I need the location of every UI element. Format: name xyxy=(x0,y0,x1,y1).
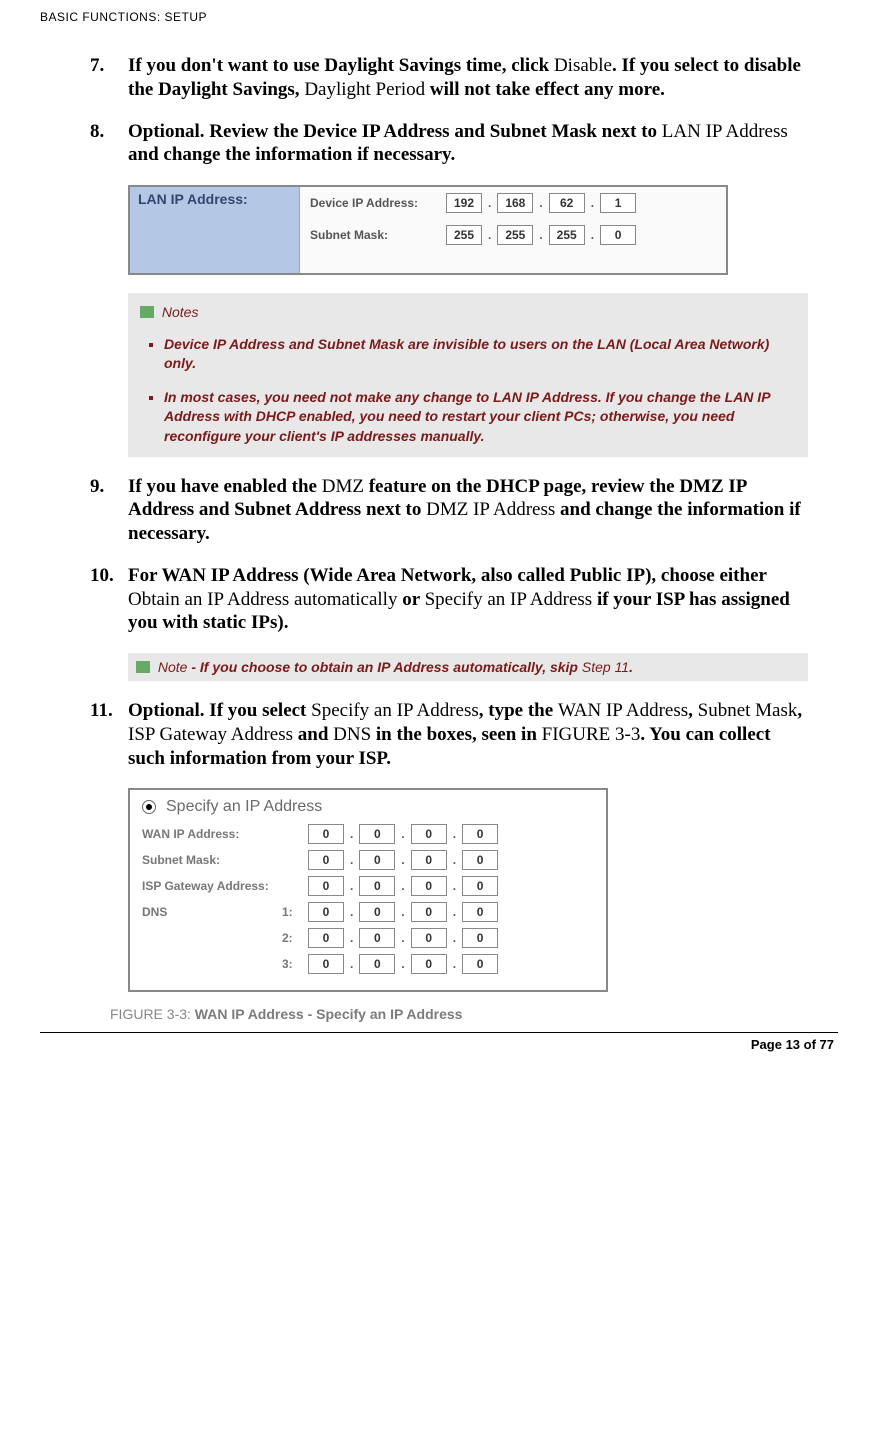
notes-box: Notes Device IP Address and Subnet Mask … xyxy=(128,293,808,457)
wan-ip-oct[interactable]: 0 xyxy=(462,876,498,896)
wan-dns-oct[interactable]: 0 xyxy=(411,928,447,948)
figure-prefix: FIGURE 3-3: xyxy=(110,1006,195,1022)
subnet-oct1[interactable]: 255 xyxy=(446,225,482,245)
wan-dns-oct[interactable]: 0 xyxy=(462,928,498,948)
wan-dns-row-1: 2:0.0.0.0 xyxy=(142,928,594,948)
wan-row-2: ISP Gateway Address:0.0.0.0 xyxy=(142,876,594,896)
step-11: 11. Optional. If you select Specify an I… xyxy=(90,699,808,770)
subnet-oct4[interactable]: 0 xyxy=(600,225,636,245)
wan-dns-label: 2: xyxy=(142,931,302,945)
step-9-text: If you have enabled the xyxy=(128,476,322,497)
wan-ip-oct[interactable]: 0 xyxy=(308,824,344,844)
note-body: - If you choose to obtain an IP Address … xyxy=(187,659,581,675)
wan-dns-oct[interactable]: 0 xyxy=(359,902,395,922)
wan-dns-oct[interactable]: 0 xyxy=(411,954,447,974)
step-10-text: For WAN IP Address (Wide Area Network, a… xyxy=(128,565,767,586)
device-ip-oct1[interactable]: 192 xyxy=(446,193,482,213)
lan-ip-label: LAN IP Address: xyxy=(130,187,300,273)
subnet-oct3[interactable]: 255 xyxy=(549,225,585,245)
wan-dns-row-0: DNS1:0.0.0.0 xyxy=(142,902,594,922)
wan-row-0: WAN IP Address:0.0.0.0 xyxy=(142,824,594,844)
step-9: 9. If you have enabled the DMZ feature o… xyxy=(90,475,808,546)
step-8: 8. Optional. Review the Device IP Addres… xyxy=(90,120,808,168)
page-header: BASIC FUNCTIONS: SETUP xyxy=(40,10,838,24)
step-7-text: If you don't want to use Daylight Saving… xyxy=(128,55,554,76)
notes-item-2: In most cases, you need not make any cha… xyxy=(164,388,796,447)
wan-row-label: ISP Gateway Address: xyxy=(142,879,302,893)
wan-row-label: WAN IP Address: xyxy=(142,827,302,841)
wan-dns-oct[interactable]: 0 xyxy=(359,954,395,974)
wan-dns-oct[interactable]: 0 xyxy=(411,902,447,922)
notes-icon xyxy=(140,306,154,318)
wan-dns-oct[interactable]: 0 xyxy=(308,928,344,948)
step-8-text: Optional. Review the Device IP Address a… xyxy=(128,121,662,142)
wan-ip-oct[interactable]: 0 xyxy=(462,850,498,870)
note-label: Note xyxy=(158,659,188,675)
wan-row-1: Subnet Mask:0.0.0.0 xyxy=(142,850,594,870)
wan-ip-oct[interactable]: 0 xyxy=(462,824,498,844)
lan-ip-panel: LAN IP Address: Device IP Address: 192. … xyxy=(128,185,728,275)
step-11-number: 11. xyxy=(90,699,128,770)
notes-icon xyxy=(136,661,150,673)
figure-caption: FIGURE 3-3: WAN IP Address - Specify an … xyxy=(110,1006,808,1022)
wan-dns-oct[interactable]: 0 xyxy=(308,902,344,922)
wan-ip-oct[interactable]: 0 xyxy=(308,850,344,870)
wan-row-label: Subnet Mask: xyxy=(142,853,302,867)
step-11-text: Optional. If you select xyxy=(128,700,311,721)
note-skip-step: Note - If you choose to obtain an IP Add… xyxy=(128,653,808,681)
specify-ip-radio[interactable] xyxy=(142,800,156,814)
device-ip-oct4[interactable]: 1 xyxy=(600,193,636,213)
figure-title: WAN IP Address - Specify an IP Address xyxy=(195,1006,463,1022)
footer-rule xyxy=(40,1032,838,1033)
wan-ip-oct[interactable]: 0 xyxy=(411,850,447,870)
device-ip-label: Device IP Address: xyxy=(310,196,440,210)
wan-dns-row-2: 3:0.0.0.0 xyxy=(142,954,594,974)
wan-dns-label: 3: xyxy=(142,957,302,971)
wan-dns-oct[interactable]: 0 xyxy=(308,954,344,974)
step-8-number: 8. xyxy=(90,120,128,168)
wan-dns-oct[interactable]: 0 xyxy=(462,902,498,922)
wan-ip-oct[interactable]: 0 xyxy=(359,876,395,896)
step-10-number: 10. xyxy=(90,564,128,635)
notes-item-1: Device IP Address and Subnet Mask are in… xyxy=(164,335,796,374)
wan-ip-oct[interactable]: 0 xyxy=(359,850,395,870)
note-step-ref: Step 11 xyxy=(582,659,629,675)
step-10: 10. For WAN IP Address (Wide Area Networ… xyxy=(90,564,808,635)
specify-ip-title: Specify an IP Address xyxy=(166,798,322,816)
subnet-oct2[interactable]: 255 xyxy=(497,225,533,245)
notes-title: Notes xyxy=(162,304,199,320)
page-number: Page 13 of 77 xyxy=(40,1037,838,1052)
step-9-number: 9. xyxy=(90,475,128,546)
subnet-mask-label: Subnet Mask: xyxy=(310,228,440,242)
wan-ip-oct[interactable]: 0 xyxy=(411,824,447,844)
subnet-mask-row: Subnet Mask: 255. 255. 255. 0 xyxy=(310,225,716,245)
device-ip-oct3[interactable]: 62 xyxy=(549,193,585,213)
wan-ip-oct[interactable]: 0 xyxy=(411,876,447,896)
device-ip-row: Device IP Address: 192. 168. 62. 1 xyxy=(310,193,716,213)
wan-dns-label: DNS1: xyxy=(142,905,302,919)
wan-ip-oct[interactable]: 0 xyxy=(308,876,344,896)
device-ip-oct2[interactable]: 168 xyxy=(497,193,533,213)
step-7: 7. If you don't want to use Daylight Sav… xyxy=(90,54,808,102)
wan-dns-oct[interactable]: 0 xyxy=(359,928,395,948)
wan-dns-oct[interactable]: 0 xyxy=(462,954,498,974)
wan-specify-panel: Specify an IP Address WAN IP Address:0.0… xyxy=(128,788,608,992)
step-7-number: 7. xyxy=(90,54,128,102)
wan-ip-oct[interactable]: 0 xyxy=(359,824,395,844)
